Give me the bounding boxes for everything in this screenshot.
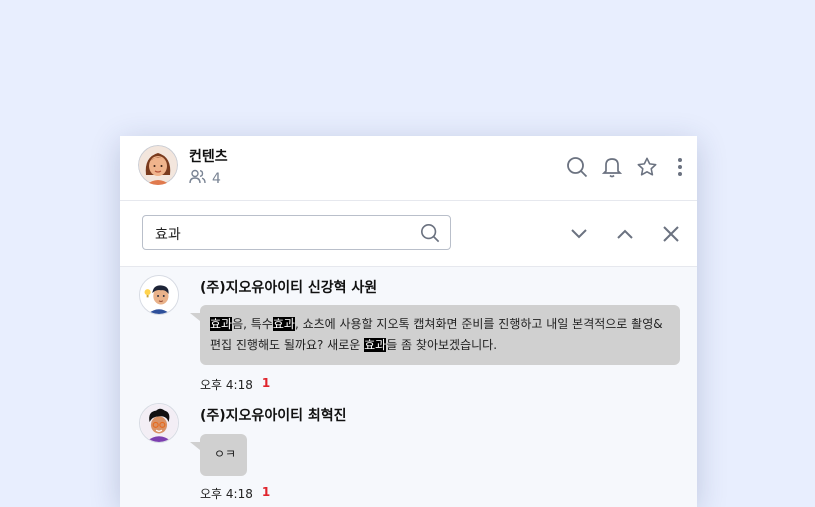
message-list: (주)지오유아이티 신강혁 사원 효과음, 특수효과, 쇼츠에 사용할 지오톡 … (120, 267, 697, 507)
message-search-bar (120, 201, 697, 267)
message-text-segment: 음, 특수 (232, 317, 273, 331)
sender-name: (주)지오유아이티 최혁진 (200, 408, 347, 424)
chat-header: 컨텐츠 4 (120, 136, 697, 201)
message-bubble[interactable]: 효과음, 특수효과, 쇼츠에 사용할 지오톡 캡쳐화면 준비를 진행하고 내일 … (190, 305, 680, 365)
search-icon[interactable] (420, 223, 440, 243)
search-highlight: 효과 (272, 317, 295, 331)
member-count-label: 4 (212, 170, 221, 187)
message-time: 오후 4:18 (200, 378, 253, 392)
star-icon[interactable] (635, 155, 659, 179)
avatar[interactable] (138, 145, 178, 185)
room-title: 컨텐츠 (189, 149, 228, 165)
search-icon[interactable] (565, 155, 589, 179)
close-icon[interactable] (659, 222, 683, 246)
member-count[interactable]: 4 (189, 169, 221, 188)
search-highlight: 효과 (364, 338, 387, 352)
message-meta: 오후 4:18 1 (200, 376, 270, 393)
unread-count: 1 (261, 376, 271, 390)
chat-window: 컨텐츠 4 효과 (주)지오유아이티 신강혁 사원 효과음, 특수효과, 쇼츠에… (120, 136, 697, 507)
message-text-segment: 들 좀 찾아보겠습니다. (386, 338, 498, 352)
message-text: ㅇㅋ (214, 447, 236, 461)
message-text-segment: ㅇㅋ (214, 447, 237, 461)
chevron-down-icon[interactable] (567, 222, 591, 246)
bell-icon[interactable] (600, 155, 624, 179)
avatar[interactable] (139, 403, 179, 443)
message-text: 효과음, 특수효과, 쇼츠에 사용할 지오톡 캡쳐화면 준비를 진행하고 내일 … (210, 317, 663, 352)
search-input[interactable] (153, 216, 417, 251)
chevron-up-icon[interactable] (613, 222, 637, 246)
sender-name: (주)지오유아이티 신강혁 사원 (200, 280, 378, 296)
message-meta: 오후 4:18 1 (200, 485, 270, 502)
message-time: 오후 4:18 (200, 487, 253, 501)
search-box (142, 215, 451, 251)
more-vertical-icon[interactable] (668, 155, 692, 179)
search-highlight: 효과 (210, 317, 233, 331)
avatar[interactable] (139, 275, 179, 315)
message-bubble[interactable]: ㅇㅋ (190, 434, 247, 476)
unread-count: 1 (261, 485, 271, 499)
users-icon (189, 169, 206, 188)
